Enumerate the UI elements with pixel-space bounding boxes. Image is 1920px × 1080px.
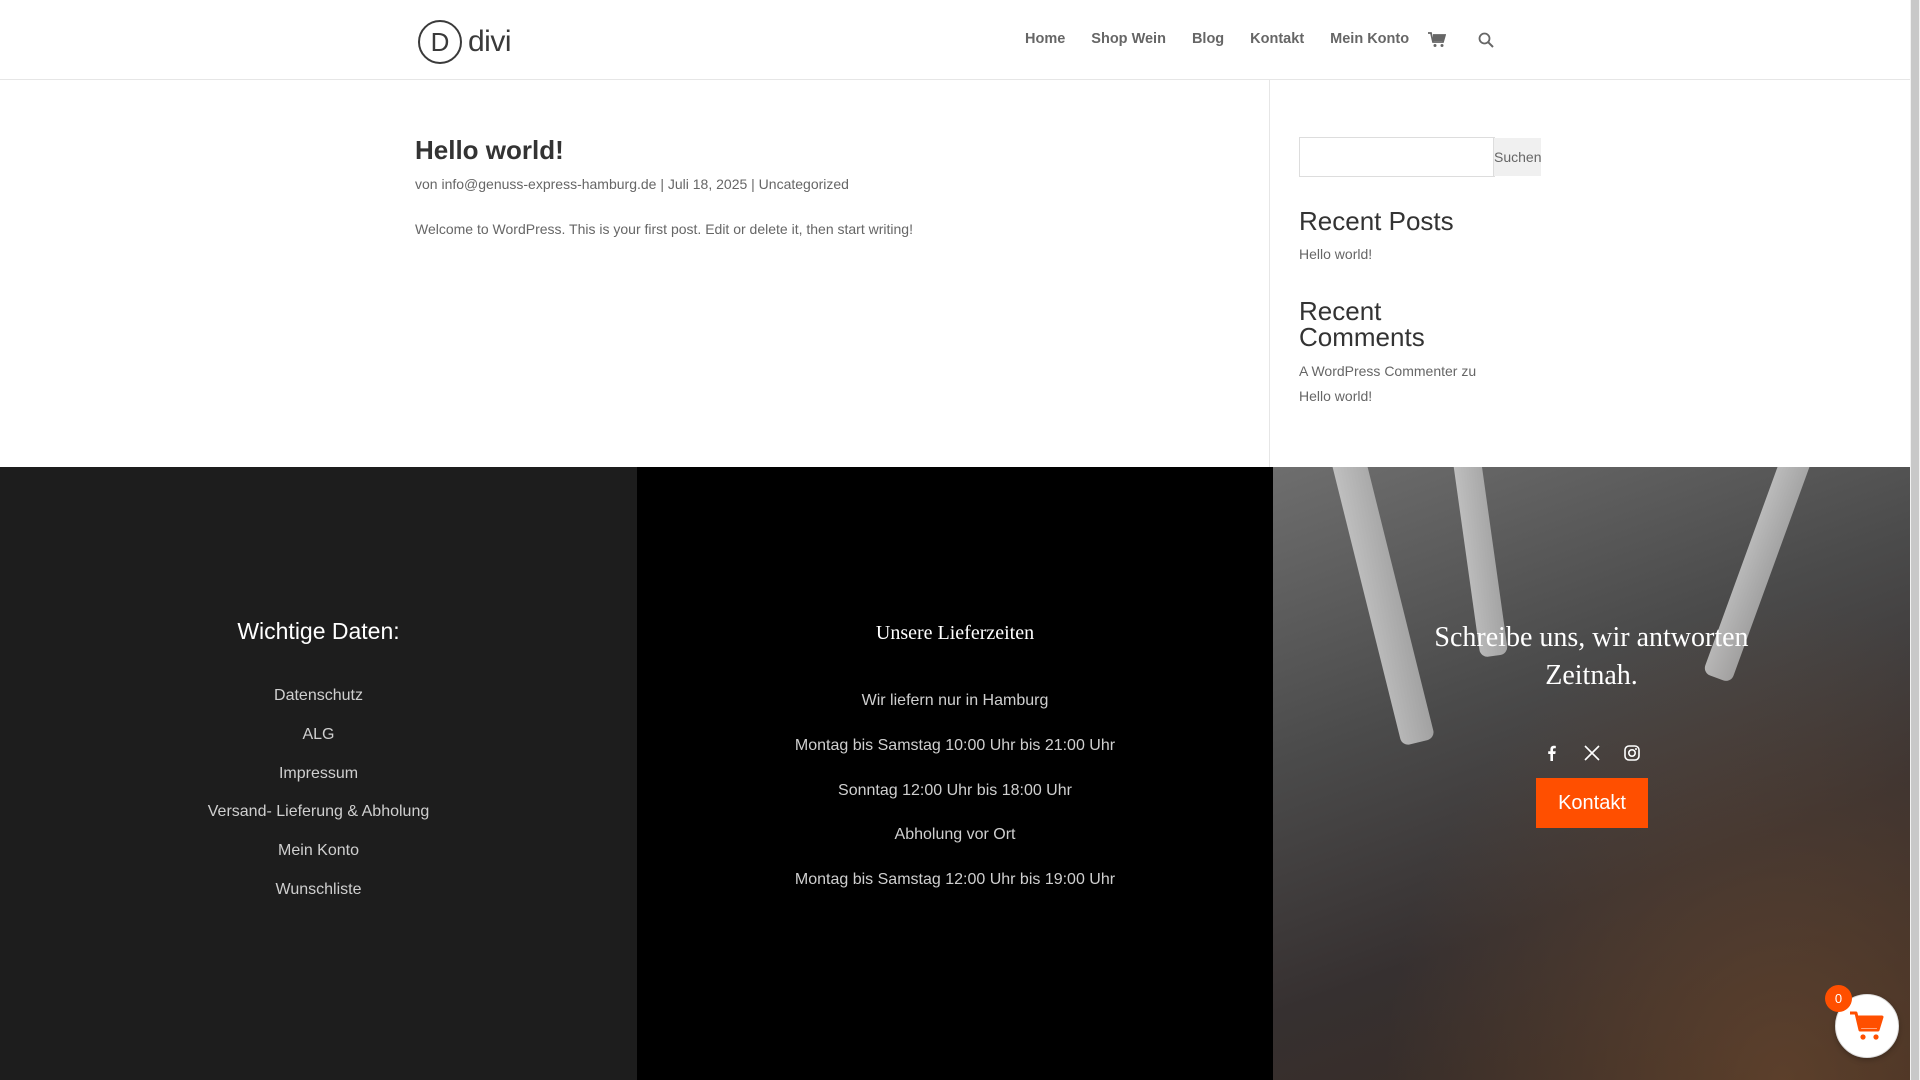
footer-link-wunschliste[interactable]: Wunschliste <box>0 881 637 899</box>
site-footer: Wichtige Daten: Datenschutz ALG Impressu… <box>0 467 1910 1080</box>
background-pen <box>1324 467 1436 747</box>
nav-kontakt[interactable]: Kontakt <box>1250 31 1304 47</box>
delivery-line: Wir liefern nur in Hamburg <box>861 692 1049 709</box>
cart-icon <box>1850 1011 1884 1040</box>
delivery-line: Abholung vor Ort <box>894 826 1016 843</box>
search-icon[interactable] <box>1478 32 1494 48</box>
delivery-line: Montag bis Samstag 10:00 Uhr bis 21:00 U… <box>794 737 1116 754</box>
main-content <box>0 80 1910 467</box>
nav-home[interactable]: Home <box>1025 31 1065 47</box>
recent-comments-title-line2: Comments <box>1299 322 1425 352</box>
site-logo[interactable]: D divi <box>418 20 514 64</box>
nav-blog[interactable]: Blog <box>1192 31 1224 47</box>
logo-mark: D <box>418 20 462 64</box>
footer-link-datenschutz[interactable]: Datenschutz <box>0 687 637 705</box>
footer-col2-title: Unsere Lieferzeiten <box>875 622 1035 644</box>
facebook-icon[interactable] <box>1543 744 1561 762</box>
post-meta: von info@genuss-express-hamburg.de | Jul… <box>415 176 849 192</box>
sidebar-search: Suchen <box>1299 137 1542 177</box>
nav-shop-wein[interactable]: Shop Wein <box>1091 31 1166 47</box>
main-nav: Home Shop Wein Blog Kontakt Mein Konto <box>1025 31 1435 47</box>
social-links <box>1273 744 1910 762</box>
footer-link-versand[interactable]: Versand- Lieferung & Abholung <box>0 803 637 821</box>
footer-link-impressum[interactable]: Impressum <box>0 765 637 783</box>
post-title[interactable]: Hello world! <box>415 135 564 166</box>
post-excerpt: Welcome to WordPress. This is your first… <box>415 221 913 237</box>
site-header: D divi Home Shop Wein Blog Kontakt Mein … <box>0 0 1910 80</box>
footer-col-delivery: Unsere Lieferzeiten Wir liefern nur in H… <box>637 467 1273 1080</box>
delivery-line: Montag bis Samstag 12:00 Uhr bis 19:00 U… <box>794 871 1116 888</box>
recent-comments-title-line1: Recent <box>1299 296 1382 326</box>
footer-link-alg[interactable]: ALG <box>0 726 637 744</box>
search-input[interactable] <box>1300 138 1493 176</box>
footer-col1-title: Wichtige Daten: <box>237 618 400 644</box>
recent-post-link[interactable]: Hello world! <box>1299 246 1372 262</box>
nav-mein-konto[interactable]: Mein Konto <box>1330 31 1409 47</box>
footer-col3-title: Schreibe uns, wir antworten Zeitnah. <box>1434 622 1749 691</box>
recent-posts-title: Recent Posts <box>1299 206 1454 236</box>
logo-text: divi <box>468 25 512 58</box>
recent-comment-line2[interactable]: Hello world! <box>1299 388 1372 404</box>
scrollbar-thumb[interactable] <box>1911 0 1919 1080</box>
search-button[interactable]: Suchen <box>1493 138 1542 176</box>
kontakt-button[interactable]: Kontakt <box>1536 778 1648 828</box>
footer-col-contact: Schreibe uns, wir antworten Zeitnah. Kon… <box>1273 467 1910 1080</box>
recent-comment-line1[interactable]: A WordPress Commenter zu <box>1299 363 1476 379</box>
footer-link-mein-konto[interactable]: Mein Konto <box>0 842 637 860</box>
delivery-line: Sonntag 12:00 Uhr bis 18:00 Uhr <box>838 782 1072 799</box>
x-icon[interactable] <box>1583 744 1601 762</box>
footer-col-important: Wichtige Daten: Datenschutz ALG Impressu… <box>0 467 637 1080</box>
cart-icon[interactable] <box>1428 32 1447 48</box>
cart-count-badge: 0 <box>1825 985 1852 1012</box>
instagram-icon[interactable] <box>1623 744 1641 762</box>
sidebar-divider <box>1269 80 1270 467</box>
